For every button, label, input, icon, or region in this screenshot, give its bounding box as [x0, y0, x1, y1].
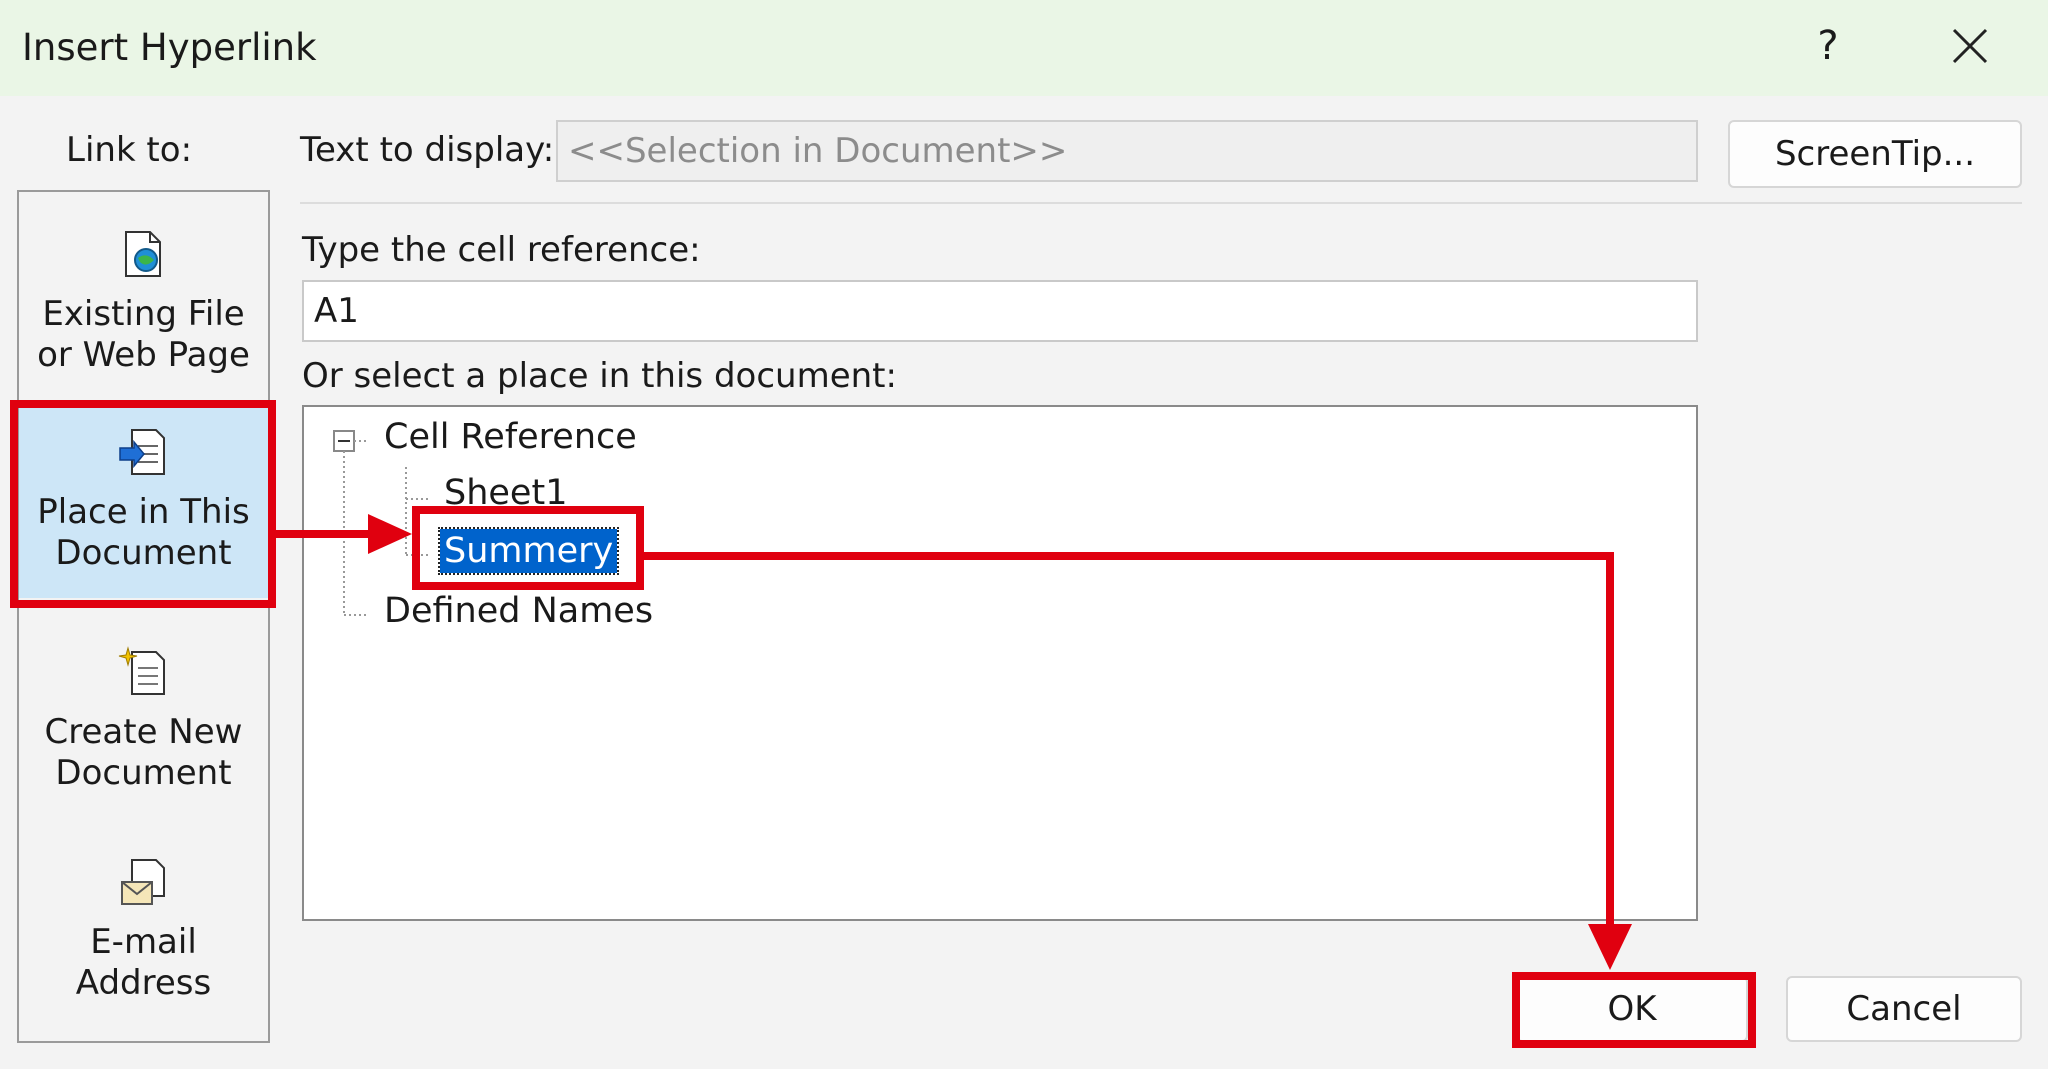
- arrow-to-summery: [276, 514, 412, 554]
- insert-hyperlink-dialog: Insert Hyperlink ? Link to: Existing Fil…: [0, 0, 2048, 1069]
- annotation-arrows: [276, 514, 1632, 970]
- arrow-to-ok: [644, 552, 1632, 970]
